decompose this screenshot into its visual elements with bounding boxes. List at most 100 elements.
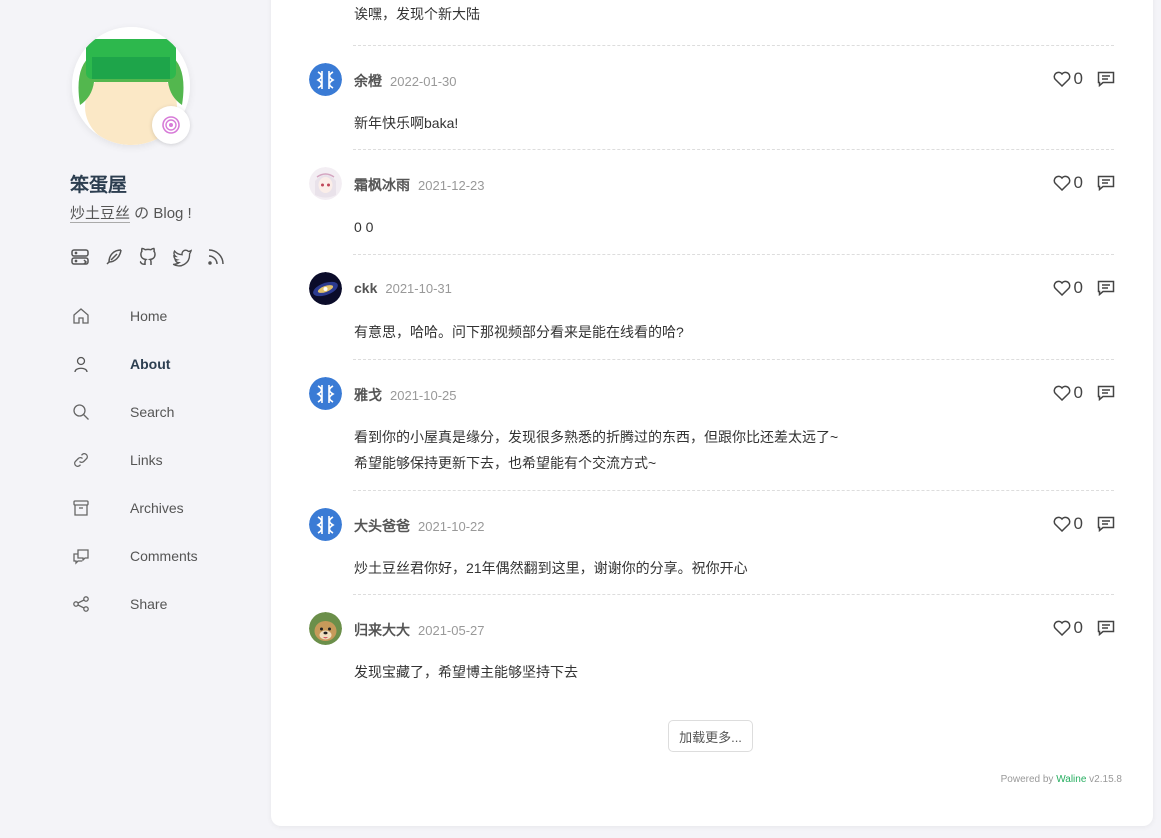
- comment-author[interactable]: 余橙 2022-01-30: [354, 71, 457, 91]
- comment-author[interactable]: 霜枫冰雨 2021-12-23: [354, 175, 485, 195]
- server-icon[interactable]: [70, 246, 90, 268]
- comment-text: 发现宝藏了，希望博主能够坚持下去: [354, 664, 578, 680]
- comment-avatar[interactable]: [309, 612, 342, 645]
- archive-icon: [70, 497, 92, 519]
- site-title[interactable]: 笨蛋屋: [70, 170, 127, 197]
- comment-actions: 0: [1053, 618, 1115, 638]
- reply-icon: [1097, 516, 1115, 532]
- divider: [353, 490, 1114, 491]
- user-icon: [70, 353, 92, 375]
- comments-icon: [70, 545, 92, 567]
- comment-author-name[interactable]: ckk: [354, 280, 377, 296]
- reply-button[interactable]: [1097, 385, 1115, 401]
- comment-avatar[interactable]: [309, 167, 342, 200]
- comment-author[interactable]: ckk 2021-10-31: [354, 280, 452, 296]
- like-count: 0: [1073, 383, 1083, 402]
- comment-actions: 0: [1053, 383, 1115, 403]
- nav-label-archives: Archives: [130, 500, 184, 516]
- social-links: [70, 246, 226, 268]
- comment-date: 2021-05-27: [418, 623, 485, 638]
- comment-author[interactable]: 大头爸爸 2021-10-22: [354, 516, 485, 536]
- comment-actions: 0: [1053, 278, 1115, 298]
- reply-button[interactable]: [1097, 280, 1115, 296]
- heart-icon: [1053, 175, 1070, 191]
- comment-body: 看到你的小屋真是缘分，发现很多熟悉的折腾过的东西，但跟你比还差太远了~ 希望能够…: [354, 424, 838, 476]
- like-button[interactable]: 0: [1053, 278, 1083, 298]
- reply-button[interactable]: [1097, 516, 1115, 532]
- comment-author-name[interactable]: 霜枫冰雨: [354, 177, 410, 193]
- heart-icon: [1053, 71, 1070, 87]
- github-icon[interactable]: [138, 246, 158, 268]
- feather-icon[interactable]: [104, 246, 124, 268]
- nav-item-about[interactable]: About: [70, 340, 198, 388]
- heart-icon: [1053, 620, 1070, 636]
- like-button[interactable]: 0: [1053, 383, 1083, 403]
- like-button[interactable]: 0: [1053, 69, 1083, 89]
- twitter-icon[interactable]: [172, 246, 192, 268]
- galaxy-icon: [309, 272, 342, 305]
- comment-author-name[interactable]: 大头爸爸: [354, 518, 410, 534]
- sidebar-nav: Home About Search Links Archives Comment…: [70, 292, 198, 628]
- like-button[interactable]: 0: [1053, 173, 1083, 193]
- comment-body: 0 0: [354, 214, 373, 240]
- comment-text: 炒土豆丝君你好，21年偶然翻到这里，谢谢你的分享。祝你开心: [354, 560, 748, 576]
- dog-icon: [309, 612, 342, 645]
- comment-date: 2021-10-22: [418, 519, 485, 534]
- like-button[interactable]: 0: [1053, 618, 1083, 638]
- comment-actions: 0: [1053, 69, 1115, 89]
- reply-button[interactable]: [1097, 620, 1115, 636]
- comment-avatar[interactable]: [309, 272, 342, 305]
- reply-icon: [1097, 620, 1115, 636]
- comment-text: 有意思，哈哈。问下那视频部分看来是能在线看的哈?: [354, 324, 684, 340]
- load-more-button[interactable]: 加载更多...: [668, 720, 753, 752]
- site-description: 炒土豆丝 の Blog !: [70, 202, 192, 223]
- home-icon: [70, 305, 92, 327]
- divider: [353, 594, 1114, 595]
- comment-author[interactable]: 归来大大 2021-05-27: [354, 620, 485, 640]
- blue-logo-icon: [309, 377, 342, 410]
- like-button[interactable]: 0: [1053, 514, 1083, 534]
- nav-item-archives[interactable]: Archives: [70, 484, 198, 532]
- site-description-rest: の Blog !: [130, 205, 192, 222]
- reply-icon: [1097, 175, 1115, 191]
- heart-icon: [1053, 516, 1070, 532]
- nav-item-home[interactable]: Home: [70, 292, 198, 340]
- nav-label-search: Search: [130, 404, 175, 420]
- nav-item-links[interactable]: Links: [70, 436, 198, 484]
- reply-button[interactable]: [1097, 175, 1115, 191]
- powered-by-prefix: Powered by: [1000, 774, 1057, 785]
- comment-text: 看到你的小屋真是缘分，发现很多熟悉的折腾过的东西，但跟你比还差太远了~: [354, 429, 839, 445]
- reply-icon: [1097, 71, 1115, 87]
- waline-link[interactable]: Waline: [1056, 774, 1086, 785]
- nav-label-home: Home: [130, 308, 168, 324]
- divider: [353, 149, 1114, 150]
- comment-text: 0 0: [354, 219, 374, 235]
- rss-icon[interactable]: [206, 246, 226, 268]
- search-icon: [70, 401, 92, 423]
- reply-icon: [1097, 280, 1115, 296]
- divider: [353, 254, 1114, 255]
- like-count: 0: [1073, 514, 1083, 533]
- nav-label-share: Share: [130, 596, 168, 612]
- nav-item-comments[interactable]: Comments: [70, 532, 198, 580]
- comment-author-name[interactable]: 余橙: [354, 73, 382, 89]
- comment-avatar[interactable]: [309, 377, 342, 410]
- comment-avatar[interactable]: [309, 508, 342, 541]
- comment-body-partial: 诶嘿，发现个新大陆: [354, 6, 480, 22]
- comment-actions: 0: [1053, 173, 1115, 193]
- reply-button[interactable]: [1097, 71, 1115, 87]
- spiral-icon: [162, 116, 180, 134]
- like-count: 0: [1073, 173, 1083, 192]
- comment-body: 炒土豆丝君你好，21年偶然翻到这里，谢谢你的分享。祝你开心: [354, 555, 748, 581]
- comment-body: 新年快乐啊baka!: [354, 110, 458, 136]
- like-count: 0: [1073, 618, 1083, 637]
- heart-icon: [1053, 385, 1070, 401]
- comment-avatar[interactable]: [309, 63, 342, 96]
- comment-author-name[interactable]: 归来大大: [354, 622, 410, 638]
- comment-author[interactable]: 雅戈 2021-10-25: [354, 385, 457, 405]
- nav-item-share[interactable]: Share: [70, 580, 198, 628]
- nav-item-search[interactable]: Search: [70, 388, 198, 436]
- nav-label-about: About: [130, 356, 171, 372]
- comment-author-name[interactable]: 雅戈: [354, 387, 382, 403]
- comment-body: 发现宝藏了，希望博主能够坚持下去: [354, 659, 578, 685]
